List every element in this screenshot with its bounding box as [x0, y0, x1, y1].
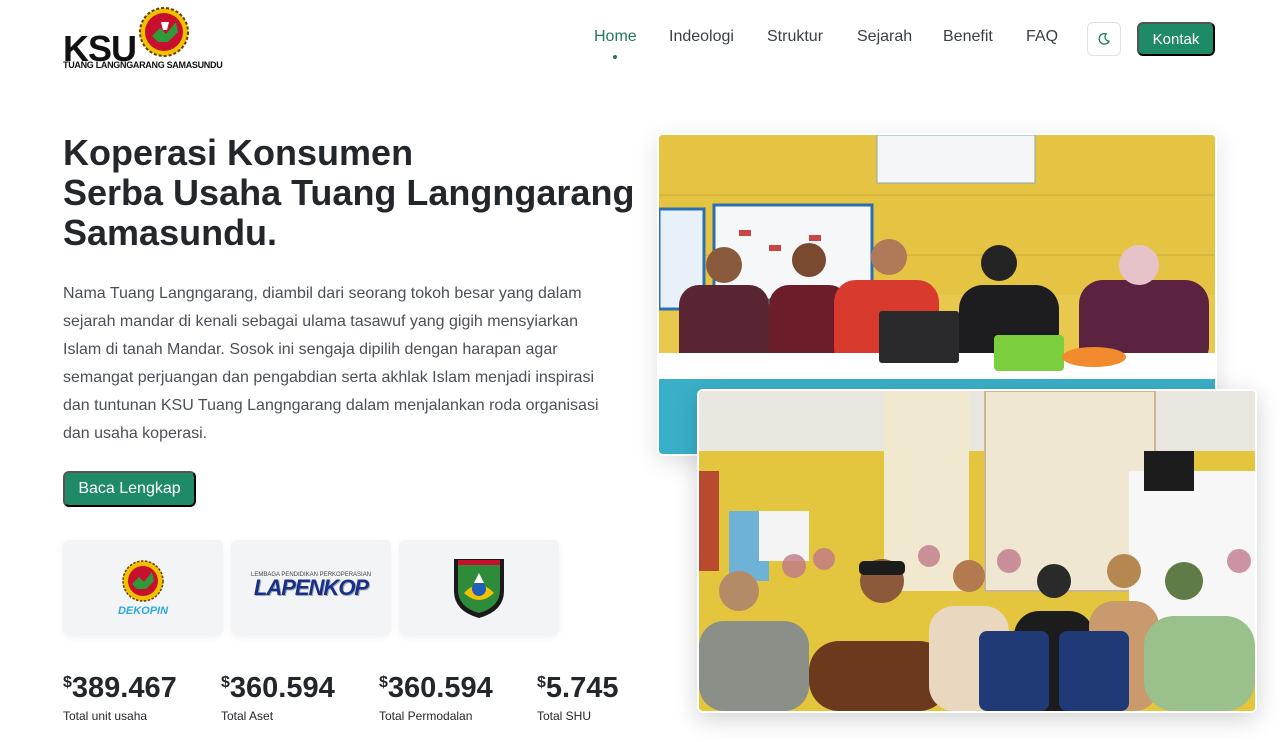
stat-value: 5.745 — [545, 672, 619, 704]
hero-title-line: Koperasi Konsumen — [63, 132, 414, 173]
hero-title-line: Samasundu. — [63, 212, 278, 253]
stat-total-permodalan: $360.594 Total Permodalan — [379, 672, 493, 723]
stat-label: Total Aset — [221, 709, 274, 723]
hero-title-line: Serba Usaha Tuang Langngarang — [63, 172, 635, 213]
site-header: KSU TUANG LANGNGARANG SAMASUNDU Home Ind… — [0, 0, 1281, 80]
dekopin-emblem-icon — [122, 559, 164, 602]
stat-total-shu: $5.745 Total SHU — [537, 672, 618, 723]
stat-value: 360.594 — [387, 672, 493, 704]
nav-faq[interactable]: FAQ — [1026, 28, 1058, 46]
nav-struktur[interactable]: Struktur — [767, 28, 823, 46]
nav-benefit[interactable]: Benefit — [943, 28, 993, 46]
stat-label: Total Permodalan — [379, 709, 473, 723]
partner-dekopin: DEKOPIN — [63, 540, 223, 635]
partner-lapenkop: LEMBAGA PENDIDIKAN PERKOPERASIAN LAPENKO… — [231, 540, 391, 635]
stat-label: Total unit usaha — [63, 709, 148, 723]
stat-currency: $ — [379, 674, 388, 691]
active-nav-indicator — [613, 55, 617, 59]
logo-subtitle: TUANG LANGNGARANG SAMASUNDU — [63, 60, 223, 70]
stat-label: Total SHU — [537, 709, 592, 723]
hero-title: Koperasi Konsumen Serba Usaha Tuang Lang… — [63, 132, 635, 253]
stat-currency: $ — [537, 674, 546, 691]
hero-description: Nama Tuang Langngarang, diambil dari seo… — [63, 285, 599, 442]
nav-home[interactable]: Home — [594, 28, 637, 46]
nav-sejarah[interactable]: Sejarah — [857, 28, 912, 46]
regency-shield-icon — [454, 558, 504, 618]
partner-regency — [399, 540, 559, 635]
lapenkop-caption: LEMBAGA PENDIDIKAN PERKOPERASIAN — [251, 572, 372, 578]
contact-button[interactable]: Kontak — [1137, 22, 1215, 56]
stat-currency: $ — [221, 674, 230, 691]
audience-photo — [697, 389, 1257, 713]
stat-total-aset: $360.594 Total Aset — [221, 672, 335, 723]
site-logo[interactable]: KSU TUANG LANGNGARANG SAMASUNDU — [62, 6, 223, 72]
stat-value: 360.594 — [229, 672, 335, 704]
cooperative-emblem-icon — [139, 7, 189, 57]
stat-unit-usaha: $389.467 Total unit usaha — [63, 672, 177, 723]
read-more-button[interactable]: Baca Lengkap — [63, 471, 196, 507]
dekopin-label: DEKOPIN — [117, 604, 169, 617]
nav-indeologi[interactable]: Indeologi — [669, 28, 734, 46]
lapenkop-label: LAPENKOP — [253, 574, 369, 600]
moon-icon — [1098, 32, 1110, 45]
stat-value: 389.467 — [71, 672, 177, 704]
stat-currency: $ — [63, 674, 72, 691]
theme-toggle-button[interactable] — [1087, 22, 1121, 56]
